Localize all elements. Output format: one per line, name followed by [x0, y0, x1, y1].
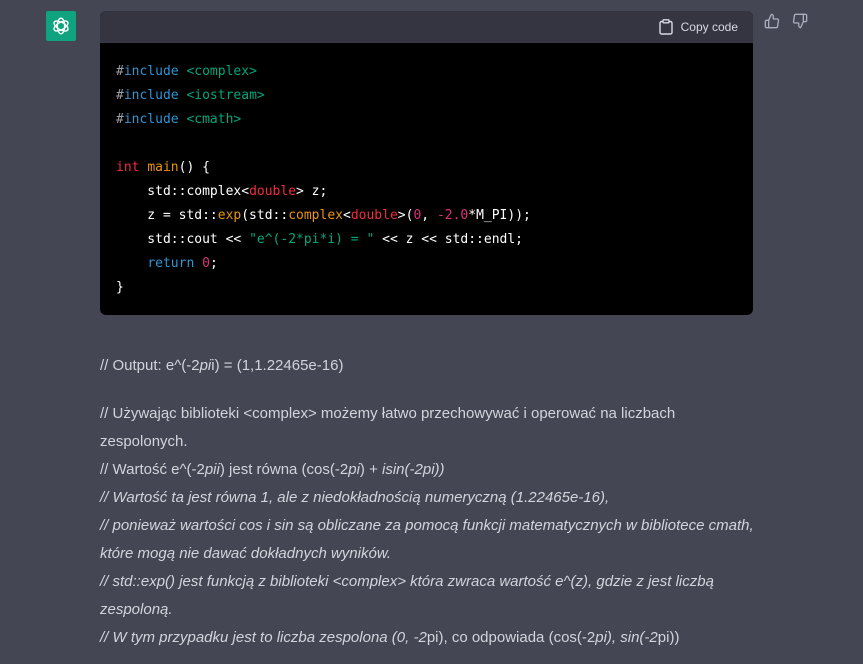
code-token: include — [123, 112, 179, 127]
code-token: 0 — [202, 256, 210, 271]
text-span: // Wartość ta jest równa 1, ale z niedok… — [100, 489, 610, 506]
code-token: return — [147, 256, 195, 271]
copy-code-label: Copy code — [680, 20, 738, 34]
text-span: // std::exp() jest funkcją z biblioteki … — [100, 573, 714, 618]
code-token: ; — [209, 256, 218, 271]
code-token: <iostream> — [186, 88, 265, 103]
text-span: i) = (1,1.22465e-16) — [211, 357, 344, 374]
openai-logo-icon — [53, 17, 69, 35]
text-span: // ponieważ wartości cos i sin są oblicz… — [100, 517, 754, 562]
code-token: *M_PI)); — [468, 208, 531, 223]
text-span: // Wartość e^(-2 — [100, 461, 205, 478]
text-span: isin(-2pi)) — [382, 461, 445, 478]
code-token: () { — [178, 160, 210, 175]
code-block-header: Copy code — [100, 11, 753, 43]
code-token: include — [123, 88, 179, 103]
code-token: std::cout << — [116, 232, 250, 247]
text-span: pi — [426, 629, 439, 646]
text-span: // Output: e^(-2 — [100, 357, 200, 374]
code-token: "e^(-2*pi*i) = " — [249, 232, 375, 247]
code-block: Copy code #include <complex> #include <i… — [100, 11, 753, 315]
code-token: exp — [217, 208, 242, 223]
code-token: std::complex< — [116, 184, 250, 199]
text-span: ) + — [359, 461, 383, 478]
text-span: pi — [348, 461, 360, 478]
code-token: > z; — [296, 184, 328, 199]
response-text: // Output: e^(-2pii) = (1,1.22465e-16) /… — [100, 352, 760, 652]
code-preproc: # — [116, 88, 124, 103]
code-token: <cmath> — [186, 112, 242, 127]
text-span: pi), sin(-2 — [595, 629, 658, 646]
code-token: z = std:: — [116, 208, 218, 223]
thumbs-down-icon — [792, 13, 808, 29]
text-span: ) jest równa (cos(-2 — [219, 461, 349, 478]
clipboard-icon — [658, 19, 673, 35]
code-preproc: # — [116, 112, 124, 127]
text-span: pi — [199, 357, 212, 374]
thumbs-up-icon — [764, 13, 780, 29]
thumbs-down-button[interactable] — [792, 13, 808, 29]
code-token: -2.0 — [436, 208, 469, 223]
code-token: (std:: — [241, 208, 289, 223]
thumbs-up-button[interactable] — [764, 13, 780, 29]
text-span: // W tym przypadku jest to liczba zespol… — [100, 629, 427, 646]
code-token: << z << std::endl; — [374, 232, 524, 247]
code-token: } — [116, 280, 124, 295]
text-span: pii — [204, 461, 220, 478]
text-span: )) — [669, 629, 680, 646]
copy-code-button[interactable]: Copy code — [658, 19, 738, 35]
explanation-paragraph: // Używając biblioteki <complex> możemy … — [100, 400, 760, 652]
code-token: double — [249, 184, 297, 199]
code-token: < — [343, 208, 351, 223]
code-token: double — [350, 208, 398, 223]
code-token: main — [147, 160, 179, 175]
text-span: pi — [657, 629, 670, 646]
code-token: , — [421, 208, 437, 223]
code-token: int — [116, 160, 140, 175]
output-line: // Output: e^(-2pii) = (1,1.22465e-16) — [100, 352, 760, 380]
code-token: >( — [397, 208, 414, 223]
text-span: ), co odpowiada (cos(-2 — [438, 629, 596, 646]
feedback-buttons — [764, 13, 808, 29]
code-content: #include <complex> #include <iostream> #… — [100, 43, 753, 300]
code-token: complex — [288, 208, 343, 223]
code-token: include — [123, 64, 179, 79]
code-token: <complex> — [186, 64, 257, 79]
text-span: // Używając biblioteki <complex> możemy … — [100, 405, 676, 450]
code-preproc: # — [116, 64, 124, 79]
assistant-avatar — [46, 11, 76, 41]
